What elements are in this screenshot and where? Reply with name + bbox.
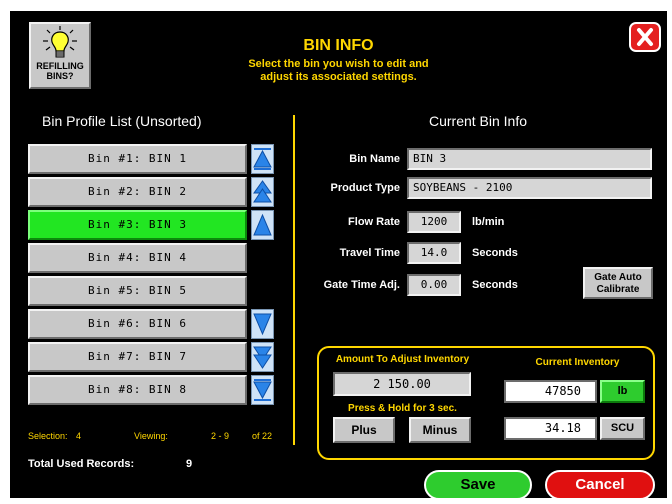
- gate-auto-label-2: Calibrate: [596, 284, 640, 295]
- plus-button[interactable]: Plus: [333, 417, 395, 443]
- bin-list-item-5[interactable]: Bin #5: BIN 5: [28, 276, 247, 306]
- current-inventory-label: Current Inventory: [535, 357, 620, 368]
- gate-auto-calibrate-button[interactable]: Gate Auto Calibrate: [583, 267, 653, 299]
- close-button[interactable]: [629, 22, 661, 52]
- bin-list-item-2[interactable]: Bin #2: BIN 2: [28, 177, 247, 207]
- close-icon: [637, 28, 653, 46]
- flow-rate-field[interactable]: 1200: [407, 211, 461, 233]
- bin-list-item-1[interactable]: Bin #1: BIN 1: [28, 144, 247, 174]
- inventory-lb-value: 47850: [504, 380, 597, 403]
- gate-time-label: Gate Time Adj.: [323, 279, 400, 291]
- gate-time-field[interactable]: 0.00: [407, 274, 461, 296]
- viewing-label: Viewing:: [134, 431, 168, 441]
- page-title: BIN INFO: [303, 37, 374, 54]
- bin-name-field[interactable]: BIN 3: [407, 148, 652, 170]
- total-records-value: 9: [186, 458, 193, 470]
- product-type-field[interactable]: SOYBEANS - 2100: [407, 177, 652, 199]
- page-down-button[interactable]: [251, 342, 274, 372]
- scroll-up-button[interactable]: [251, 210, 274, 240]
- gate-auto-label-1: Gate Auto: [594, 272, 642, 283]
- viewing-total: of 22: [252, 431, 273, 441]
- bin-list-item-8[interactable]: Bin #8: BIN 8: [28, 375, 247, 405]
- selection-label: Selection:: [28, 431, 68, 441]
- scroll-down-button[interactable]: [251, 309, 274, 339]
- adjust-inventory-label: Amount To Adjust Inventory: [335, 354, 470, 365]
- bin-list-item-4[interactable]: Bin #4: BIN 4: [28, 243, 247, 273]
- page-up-button[interactable]: [251, 177, 274, 207]
- cancel-button[interactable]: Cancel: [545, 470, 655, 498]
- scroll-top-icon: [253, 148, 272, 170]
- bin-list-item-3[interactable]: Bin #3: BIN 3: [28, 210, 247, 240]
- scu-unit-button[interactable]: SCU: [600, 417, 645, 440]
- arrow-down-icon: [253, 313, 272, 336]
- current-bin-heading: Current Bin Info: [428, 113, 528, 129]
- flow-rate-label: Flow Rate: [348, 216, 400, 228]
- bin-name-label: Bin Name: [349, 153, 400, 165]
- save-button[interactable]: Save: [424, 470, 532, 498]
- page-subtitle-2: adjust its associated settings.: [260, 71, 417, 83]
- adjust-amount-field[interactable]: 2 150.00: [333, 372, 471, 396]
- gate-time-unit: Seconds: [472, 279, 518, 291]
- bin-list-heading: Bin Profile List (Unsorted): [42, 113, 202, 129]
- product-type-label: Product Type: [330, 182, 400, 194]
- viewing-range: 2 - 9: [211, 431, 230, 441]
- bin-list-item-6[interactable]: Bin #6: BIN 6: [28, 309, 247, 339]
- inventory-scu-value: 34.18: [504, 417, 597, 440]
- travel-time-label: Travel Time: [339, 247, 400, 259]
- selection-value: 4: [76, 431, 82, 441]
- screen: REFILLING BINS? BIN INFO Select the bin …: [10, 11, 667, 498]
- panel-divider: [293, 115, 295, 445]
- page-up-icon: [253, 180, 272, 203]
- scroll-bottom-icon: [253, 379, 272, 401]
- hold-note: Press & Hold for 3 sec.: [348, 403, 457, 414]
- travel-time-unit: Seconds: [472, 247, 518, 259]
- travel-time-field[interactable]: 14.0: [407, 242, 461, 264]
- total-records-label: Total Used Records:: [28, 458, 135, 470]
- flow-rate-unit: lb/min: [472, 216, 505, 228]
- arrow-up-icon: [253, 213, 272, 236]
- scroll-top-button[interactable]: [251, 144, 274, 174]
- lb-unit-button[interactable]: lb: [600, 380, 645, 403]
- scroll-bottom-button[interactable]: [251, 375, 274, 405]
- minus-button[interactable]: Minus: [409, 417, 471, 443]
- page-subtitle-1: Select the bin you wish to edit and: [248, 58, 429, 70]
- bin-list-item-7[interactable]: Bin #7: BIN 7: [28, 342, 247, 372]
- page-down-icon: [253, 346, 272, 369]
